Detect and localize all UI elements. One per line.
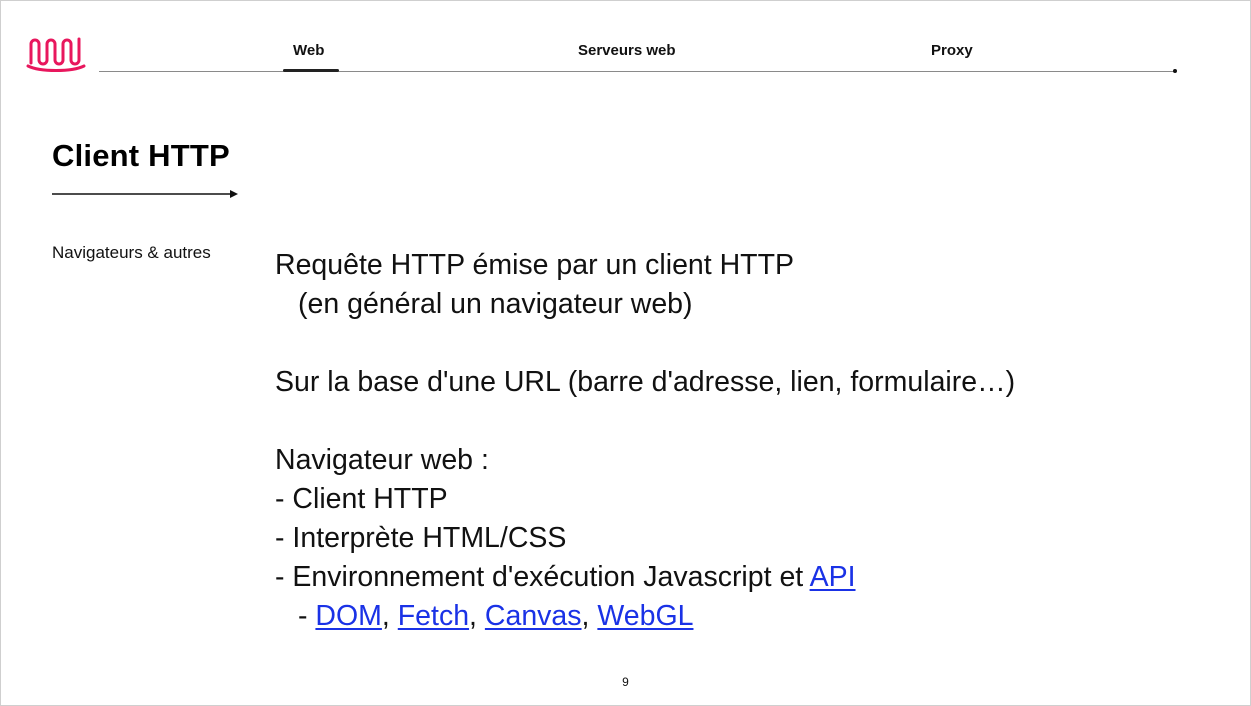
body-line: (en général un navigateur web) [298,288,693,320]
list-item: - Interprète HTML/CSS [275,519,1175,558]
wavy-w-logo-icon [26,37,86,72]
list-item: - Client HTTP [275,480,1175,519]
body-line: Requête HTTP émise par un client HTTP [275,249,795,281]
list-item-text: Interprète HTML/CSS [292,522,567,554]
body-line: Sur la base d'une URL (barre d'adresse, … [275,366,1016,398]
side-label: Navigateurs & autres [52,243,211,262]
api-link[interactable]: API [810,561,856,593]
nav-end-dot [1173,69,1177,73]
active-tab-indicator [283,69,339,72]
list-item: - Environnement d'exécution Javascript e… [275,558,1175,597]
list-item-text: Client HTTP [292,483,448,515]
tab-web[interactable]: Web [293,42,324,59]
separator: , [469,600,477,632]
bullet-dash: - [275,561,285,593]
fetch-link[interactable]: Fetch [398,600,469,632]
tab-proxy[interactable]: Proxy [931,42,973,59]
separator: , [381,600,390,632]
list-item-text: Environnement d'exécution Javascript et [292,561,810,593]
page-number: 9 [622,675,629,689]
separator: , [581,600,590,632]
webgl-link[interactable]: WebGL [597,600,693,632]
bullet-dash: - [275,522,285,554]
canvas-link[interactable]: Canvas [485,600,582,632]
nav-progress-line [99,71,1176,72]
sub-list-item: - DOM, Fetch, Canvas, WebGL [275,597,1175,636]
dom-link[interactable]: DOM [315,600,382,632]
page-title: Client HTTP [52,138,230,173]
tab-serveurs-web[interactable]: Serveurs web [578,42,676,59]
bullet-dash: - [298,600,308,632]
slide-content: Requête HTTP émise par un client HTTP (e… [275,246,1175,636]
arrow-right-icon [52,190,238,198]
bullet-dash: - [275,483,285,515]
body-line: Navigateur web : [275,444,489,476]
